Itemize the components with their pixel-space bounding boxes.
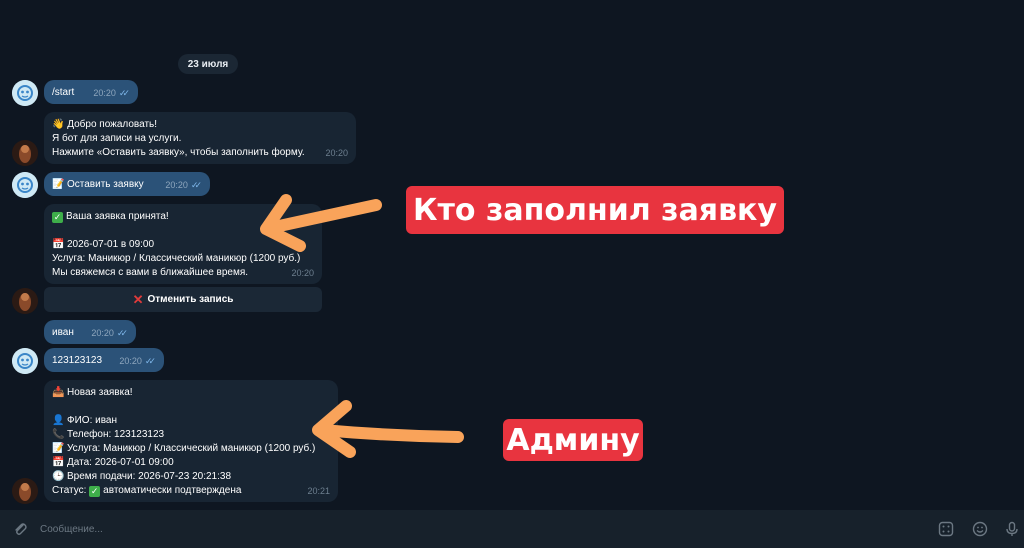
- emoji-icon[interactable]: [970, 519, 990, 539]
- message-composer: [0, 510, 1024, 548]
- attach-icon[interactable]: [10, 519, 30, 539]
- message-input[interactable]: [40, 518, 900, 540]
- annotation-label-admin: Админу: [503, 419, 643, 461]
- arrow-to-admin-message: [316, 424, 464, 443]
- annotation-label-who-filled: Кто заполнил заявку: [406, 186, 784, 234]
- microphone-icon[interactable]: [1002, 519, 1022, 539]
- chat-history[interactable]: 23 июля /start 20:20 ✓✓ 👋 Добро пожаловат…: [0, 0, 1024, 510]
- bot-commands-icon[interactable]: [936, 519, 956, 539]
